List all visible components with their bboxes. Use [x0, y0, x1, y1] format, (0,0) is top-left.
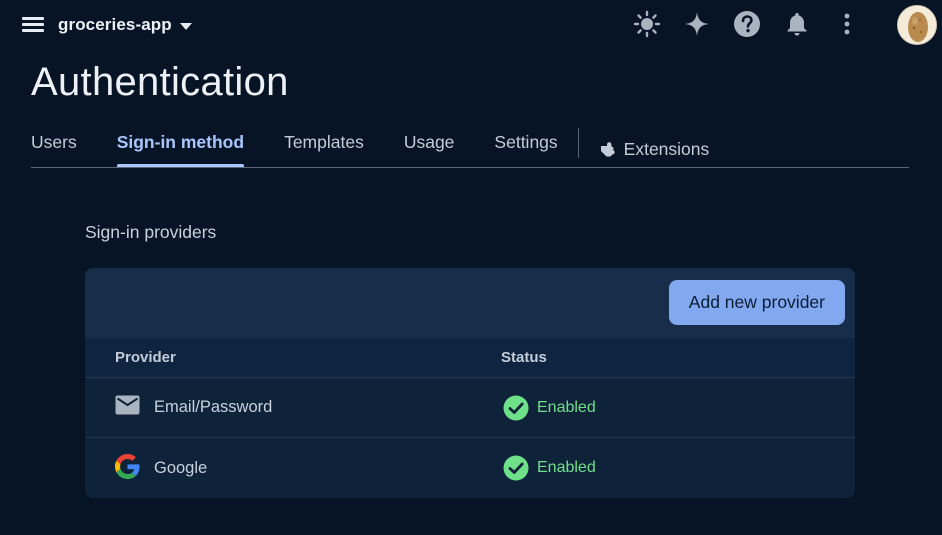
status-label: Enabled	[537, 459, 596, 476]
menu-icon[interactable]	[20, 13, 46, 39]
status-label: Enabled	[537, 398, 596, 416]
extensions-icon	[598, 139, 618, 160]
column-header-provider: Provider	[115, 349, 176, 366]
column-header-status: Status	[501, 349, 547, 366]
sun-icon[interactable]	[632, 9, 662, 39]
sparkle-icon[interactable]	[682, 9, 712, 39]
providers-card: Add new provider Provider Status Email/P…	[85, 268, 855, 498]
card-header: Add new provider	[85, 268, 855, 338]
avatar[interactable]	[897, 5, 937, 45]
chevron-down-icon	[179, 22, 192, 30]
tab-extensions[interactable]: Extensions	[598, 124, 710, 167]
provider-name: Email/Password	[154, 398, 273, 416]
tab-users[interactable]: Users	[31, 124, 77, 167]
tab-settings[interactable]: Settings	[494, 124, 557, 167]
page-title: Authentication	[31, 60, 289, 104]
table-row[interactable]: Email/Password Enabled	[85, 378, 855, 438]
tab-templates[interactable]: Templates	[284, 124, 364, 167]
help-icon[interactable]	[732, 9, 762, 39]
check-circle-icon	[503, 395, 529, 421]
top-bar: groceries-app	[0, 0, 942, 52]
more-vert-icon[interactable]	[832, 9, 862, 39]
section-title: Sign-in providers	[85, 222, 217, 242]
tab-divider	[577, 128, 579, 158]
table-header: Provider Status	[85, 338, 855, 378]
bell-icon[interactable]	[782, 9, 812, 39]
provider-name: Google	[154, 458, 208, 477]
email-icon	[115, 395, 140, 415]
tab-extensions-label: Extensions	[623, 139, 710, 159]
tab-bar: Users Sign-in method Templates Usage Set…	[31, 124, 909, 168]
table-row[interactable]: Google Enabled	[85, 438, 855, 498]
add-new-provider-button[interactable]: Add new provider	[668, 280, 845, 325]
tab-usage[interactable]: Usage	[404, 124, 455, 167]
google-icon	[115, 453, 140, 479]
project-name: groceries-app	[58, 15, 172, 34]
tab-sign-in-method[interactable]: Sign-in method	[116, 124, 245, 167]
check-circle-icon	[503, 455, 529, 481]
project-selector[interactable]: groceries-app	[58, 15, 192, 35]
